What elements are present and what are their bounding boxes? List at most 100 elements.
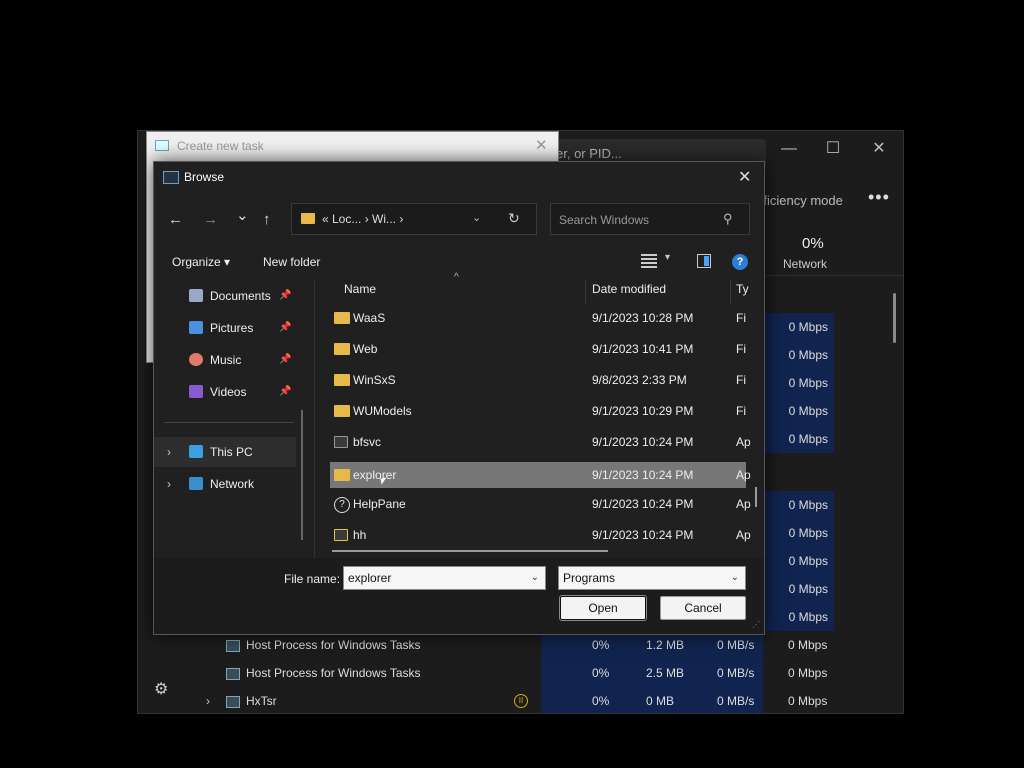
file-type: Aр <box>736 435 751 449</box>
explorer-folder-icon <box>334 469 350 481</box>
memory-value: 2.5 MB <box>646 666 685 680</box>
network-column-header[interactable]: Network <box>783 257 827 271</box>
file-type: Fi <box>736 311 746 325</box>
view-options-icon[interactable] <box>641 254 657 268</box>
organize-button[interactable]: Organize ▾ <box>172 255 230 269</box>
file-row[interactable]: bfsvc 9/1/2023 10:24 PM Aр <box>330 427 751 458</box>
browse-dialog: Browse ✕ ← → ⌄ ↑ « Loc... › Wi... › ⌄ ↻ … <box>153 161 765 635</box>
resize-grip-icon[interactable]: ⋰ <box>752 620 760 629</box>
window-title: Create new task <box>177 139 264 153</box>
file-row[interactable]: WaaS 9/1/2023 10:28 PM Fi <box>330 303 746 334</box>
nav-item-this-pc[interactable]: › This PC <box>154 437 296 467</box>
file-row[interactable]: Web 9/1/2023 10:41 PM Fi <box>330 334 746 365</box>
search-input[interactable]: Search Windows ⚲ <box>550 203 750 235</box>
chevron-down-icon[interactable]: ⌄ <box>731 567 739 589</box>
process-row[interactable]: › HxTsr II 0% 0 MB 0 MB/s 0 Mbps <box>188 687 903 715</box>
chevron-down-icon[interactable]: ⌄ <box>472 211 481 224</box>
refresh-icon[interactable]: ↻ <box>508 210 520 227</box>
column-header-date[interactable]: Date modified <box>592 282 666 296</box>
nav-item-network[interactable]: › Network <box>154 469 296 499</box>
file-date: 9/1/2023 10:24 PM <box>592 528 694 542</box>
nav-item-label: Music <box>210 353 242 367</box>
new-folder-button[interactable]: New folder <box>263 255 320 269</box>
recent-locations-chevron-icon[interactable]: ⌄ <box>236 206 249 224</box>
settings-gear-icon[interactable]: ⚙ <box>154 679 168 699</box>
file-type-select[interactable]: Programs ⌄ <box>558 566 746 590</box>
application-icon <box>334 529 348 541</box>
up-arrow-icon[interactable]: ↑ <box>263 211 271 228</box>
vertical-scrollbar[interactable] <box>755 487 757 507</box>
maximize-button[interactable]: ☐ <box>818 137 848 161</box>
file-dialog-footer: File name: explorer ⌄ Programs ⌄ Open Ca… <box>154 558 764 634</box>
nav-item-videos[interactable]: Videos 📌 <box>154 377 296 407</box>
file-date: 9/1/2023 10:41 PM <box>592 342 694 356</box>
sort-ascending-icon: ^ <box>454 272 459 283</box>
close-button[interactable]: ✕ <box>864 137 894 161</box>
nav-item-label: Pictures <box>210 321 254 335</box>
column-divider[interactable] <box>585 280 586 304</box>
memory-value: 1.2 MB <box>646 638 685 652</box>
preview-pane-icon[interactable] <box>697 254 711 268</box>
paused-status-icon: II <box>514 694 528 708</box>
process-row[interactable]: Host Process for Windows Tasks 0% 1.2 MB… <box>188 631 903 659</box>
horizontal-scrollbar[interactable] <box>332 550 608 552</box>
expand-chevron-icon[interactable]: › <box>167 437 171 467</box>
file-name-value: explorer <box>348 571 392 585</box>
music-icon <box>189 353 203 366</box>
column-header-name[interactable]: Name <box>344 282 376 296</box>
process-name: Host Process for Windows Tasks <box>246 638 421 652</box>
file-row[interactable]: hh 9/1/2023 10:24 PM Aр <box>330 520 751 551</box>
nav-item-documents[interactable]: Documents 📌 <box>154 281 296 311</box>
net-cell: 0 Mbps <box>760 425 834 453</box>
nav-item-music[interactable]: Music 📌 <box>154 345 296 375</box>
file-type: Aр <box>736 528 751 542</box>
file-row[interactable]: WinSxS 9/8/2023 2:33 PM Fi <box>330 365 746 396</box>
file-date: 9/1/2023 10:24 PM <box>592 497 694 511</box>
expand-chevron-icon[interactable]: › <box>167 469 171 499</box>
documents-icon <box>189 289 203 302</box>
run-icon <box>155 140 169 151</box>
help-icon[interactable]: ? <box>732 254 748 270</box>
back-arrow-icon[interactable]: ← <box>168 211 183 228</box>
browse-icon <box>163 171 179 184</box>
network-value: 0 Mbps <box>788 694 828 708</box>
nav-item-pictures[interactable]: Pictures 📌 <box>154 313 296 343</box>
nav-scrollbar[interactable] <box>301 410 303 540</box>
application-icon <box>334 436 348 448</box>
search-placeholder: Search Windows <box>559 213 650 227</box>
close-icon[interactable]: ✕ <box>738 167 751 187</box>
disk-value: 0 MB/s <box>717 666 755 680</box>
column-divider[interactable] <box>730 280 731 304</box>
scrollbar-thumb[interactable] <box>893 293 896 343</box>
open-button[interactable]: Open <box>559 595 647 621</box>
network-percent: 0% <box>802 235 824 252</box>
disk-value: 0 MB/s <box>717 638 755 652</box>
file-date: 9/1/2023 10:28 PM <box>592 311 694 325</box>
net-cell: 0 Mbps <box>760 313 834 341</box>
folder-icon <box>334 405 350 417</box>
pin-icon: 📌 <box>279 322 292 333</box>
file-row[interactable]: ? HelpPane 9/1/2023 10:24 PM Aр <box>330 489 751 520</box>
cancel-button[interactable]: Cancel <box>660 596 746 620</box>
column-header-type[interactable]: Ty <box>736 282 749 296</box>
close-icon[interactable]: ✕ <box>535 136 548 154</box>
minimize-button[interactable]: — <box>774 137 804 161</box>
search-icon[interactable]: ⚲ <box>723 211 733 227</box>
efficiency-mode-button[interactable]: fficiency mode <box>760 193 843 208</box>
file-name-input[interactable]: explorer ⌄ <box>343 566 546 590</box>
pin-icon: 📌 <box>279 386 292 397</box>
more-options-button[interactable]: ••• <box>868 187 890 208</box>
file-row[interactable]: WUModels 9/1/2023 10:29 PM Fi <box>330 396 746 427</box>
expand-chevron-icon[interactable]: › <box>206 687 210 715</box>
file-row-selected[interactable]: explorer 9/1/2023 10:24 PM Aр <box>330 462 751 488</box>
net-cell: 0 Mbps <box>760 341 834 369</box>
chevron-down-icon[interactable]: ▾ <box>665 252 670 263</box>
forward-arrow-icon[interactable]: → <box>203 211 218 228</box>
file-name: WinSxS <box>353 373 396 387</box>
pictures-icon <box>189 321 203 334</box>
videos-icon <box>189 385 203 398</box>
process-row[interactable]: Host Process for Windows Tasks 0% 2.5 MB… <box>188 659 903 687</box>
chevron-down-icon[interactable]: ⌄ <box>531 567 539 589</box>
breadcrumb[interactable]: « Loc... › Wi... › <box>322 212 403 226</box>
address-bar[interactable]: « Loc... › Wi... › ⌄ ↻ <box>291 203 537 235</box>
